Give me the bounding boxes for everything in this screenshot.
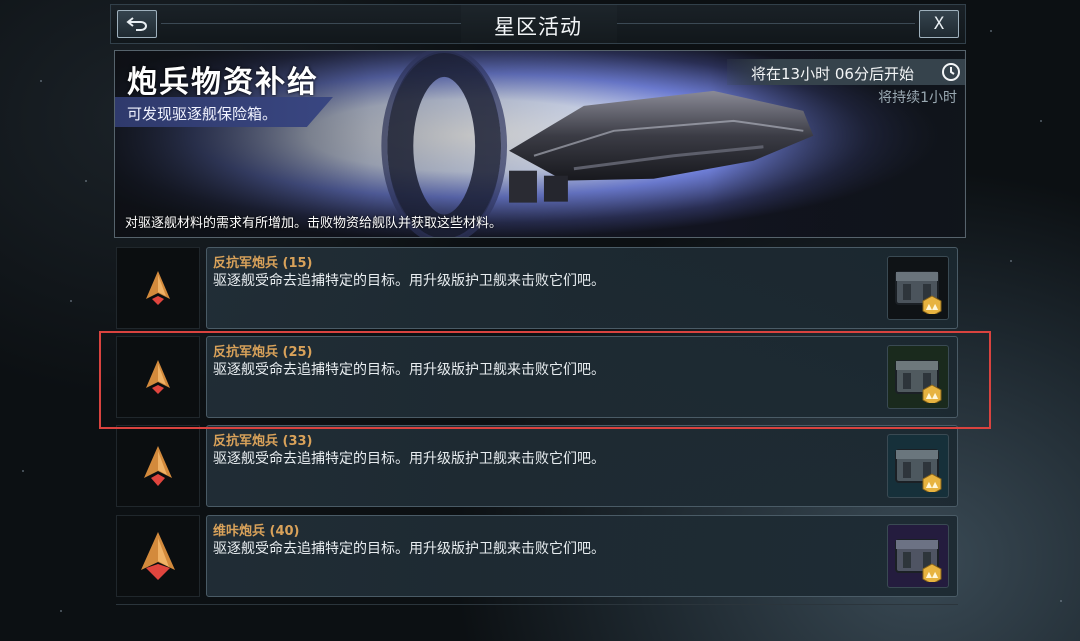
top-bar: 星区活动 X xyxy=(110,4,966,44)
list-bottom-divider xyxy=(116,604,958,605)
event-description: 对驱逐舰材料的需求有所增加。击败物资给舰队并获取这些材料。 xyxy=(125,216,503,231)
selection-highlight xyxy=(99,331,991,429)
supply-crate-icon: ▲▲ xyxy=(895,539,942,582)
mission-description: 驱逐舰受命去追捕特定的目标。用升级版护卫舰来击败它们吧。 xyxy=(213,541,605,557)
mission-name: 反抗军炮兵 (15) xyxy=(213,256,313,271)
supply-crate-icon: ▲▲ xyxy=(895,271,942,314)
svg-text:▲▲: ▲▲ xyxy=(926,480,939,489)
reward-slot[interactable]: ▲▲ xyxy=(887,524,949,588)
back-button[interactable] xyxy=(117,10,157,38)
mission-card[interactable]: 反抗军炮兵 (15) 驱逐舰受命去追捕特定的目标。用升级版护卫舰来击败它们吧。 … xyxy=(206,247,958,329)
page-title: 星区活动 xyxy=(494,15,582,39)
mission-description: 驱逐舰受命去追捕特定的目标。用升级版护卫舰来击败它们吧。 xyxy=(213,451,605,467)
destroyer-rank-icon xyxy=(146,271,170,305)
event-title: 炮兵物资补给 xyxy=(127,65,319,100)
close-button[interactable]: X xyxy=(919,10,959,38)
svg-text:▲▲: ▲▲ xyxy=(926,570,939,579)
reward-slot[interactable]: ▲▲ xyxy=(887,434,949,498)
supply-crate-icon: ▲▲ xyxy=(895,449,942,492)
mission-name: 维咔炮兵 (40) xyxy=(213,524,300,539)
event-banner: 炮兵物资补给 可发现驱逐舰保险箱。 将在13小时 06分后开始 将持续1小时 对… xyxy=(114,50,966,238)
back-arrow-icon xyxy=(126,17,147,31)
destroyer-rank-icon xyxy=(144,446,172,486)
mission-name: 反抗军炮兵 (33) xyxy=(213,434,313,449)
mission-card[interactable]: 反抗军炮兵 (33) 驱逐舰受命去追捕特定的目标。用升级版护卫舰来击败它们吧。 … xyxy=(206,425,958,507)
ship-class-icon-box xyxy=(116,247,200,329)
ship-class-icon-box xyxy=(116,425,200,507)
clock-icon xyxy=(942,63,960,81)
event-duration: 将持续1小时 xyxy=(878,90,957,106)
mission-row[interactable]: 反抗军炮兵 (15) 驱逐舰受命去追捕特定的目标。用升级版护卫舰来击败它们吧。 … xyxy=(116,247,958,329)
mission-description: 驱逐舰受命去追捕特定的目标。用升级版护卫舰来击败它们吧。 xyxy=(213,273,605,289)
mission-row[interactable]: 反抗军炮兵 (33) 驱逐舰受命去追捕特定的目标。用升级版护卫舰来击败它们吧。 … xyxy=(116,425,958,507)
ship-class-icon-box xyxy=(116,515,200,597)
svg-text:▲▲: ▲▲ xyxy=(926,302,939,311)
destroyer-rank-icon xyxy=(141,532,175,580)
event-subtitle-ribbon: 可发现驱逐舰保险箱。 xyxy=(115,97,333,127)
reward-slot[interactable]: ▲▲ xyxy=(887,256,949,320)
mission-card[interactable]: 维咔炮兵 (40) 驱逐舰受命去追捕特定的目标。用升级版护卫舰来击败它们吧。 ▲… xyxy=(206,515,958,597)
mission-row[interactable]: 维咔炮兵 (40) 驱逐舰受命去追捕特定的目标。用升级版护卫舰来击败它们吧。 ▲… xyxy=(116,515,958,597)
event-timer: 将在13小时 06分后开始 xyxy=(727,59,965,85)
start-countdown: 将在13小时 06分后开始 xyxy=(751,65,914,83)
